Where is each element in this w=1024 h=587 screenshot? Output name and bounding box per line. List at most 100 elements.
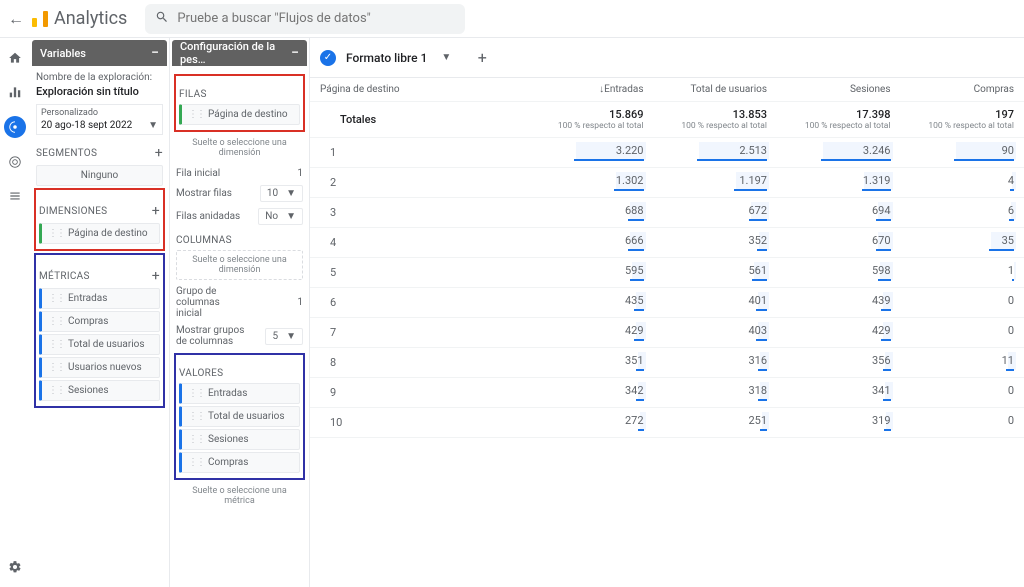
add-dimension-icon[interactable]: +: [152, 203, 160, 219]
row-index[interactable]: 9: [310, 378, 530, 408]
row-index[interactable]: 6: [310, 288, 530, 318]
rail-explore-icon[interactable]: [4, 116, 26, 138]
segment-none[interactable]: Ninguno: [36, 165, 163, 186]
metric-chip[interactable]: Usuarios nuevos: [39, 357, 160, 378]
nav-rail: [0, 38, 30, 587]
grupo-col-value[interactable]: 1: [297, 297, 303, 308]
value-chip[interactable]: Sesiones: [179, 429, 300, 450]
add-segment-icon[interactable]: +: [155, 145, 163, 161]
add-tab-button[interactable]: +: [471, 47, 493, 69]
variables-header[interactable]: Variables −: [32, 40, 167, 66]
data-cell: 2.513: [654, 138, 778, 168]
data-cell: 352: [654, 228, 778, 258]
drop-dimension-hint[interactable]: Suelte o seleccione una dimensión: [176, 134, 303, 162]
metric-chip[interactable]: Entradas: [39, 288, 160, 309]
main-content: ✓ Formato libre 1 ▼ + Página de destino …: [310, 38, 1024, 587]
value-chip[interactable]: Entradas: [179, 383, 300, 404]
row-index[interactable]: 1: [310, 138, 530, 168]
data-cell: 351: [530, 348, 654, 378]
search-container[interactable]: [145, 4, 465, 34]
data-cell: 0: [901, 318, 1024, 348]
drop-column-hint[interactable]: Suelte o seleccione una dimensión: [176, 250, 303, 280]
data-cell: 272: [530, 408, 654, 438]
tab-name[interactable]: Formato libre 1: [346, 51, 427, 65]
row-index[interactable]: 8: [310, 348, 530, 378]
data-cell: 1: [901, 258, 1024, 288]
data-cell: 670: [777, 228, 901, 258]
data-cell: 435: [530, 288, 654, 318]
col-header-compras[interactable]: Compras: [901, 78, 1024, 102]
rail-advertising-icon[interactable]: [5, 152, 25, 172]
value-chip[interactable]: Total de usuarios: [179, 406, 300, 427]
config-title: Configuración de la pes…: [180, 40, 291, 66]
back-arrow[interactable]: ←: [6, 9, 26, 29]
data-cell: 356: [777, 348, 901, 378]
collapse-icon[interactable]: −: [291, 45, 299, 61]
exploration-label: Nombre de la exploración:: [36, 72, 163, 83]
ga-logo: [32, 11, 48, 27]
row-index[interactable]: 10: [310, 408, 530, 438]
rail-home-icon[interactable]: [5, 48, 25, 68]
drop-metric-hint[interactable]: Suelte o seleccione una métrica: [176, 482, 303, 510]
settings-icon[interactable]: [5, 557, 25, 577]
row-index[interactable]: 3: [310, 198, 530, 228]
data-table: Página de destino ↓Entradas Total de usu…: [310, 78, 1024, 587]
row-index[interactable]: 2: [310, 168, 530, 198]
mostrar-filas-label: Mostrar filas: [176, 188, 232, 199]
data-cell: 35: [901, 228, 1024, 258]
dimension-chip[interactable]: Página de destino: [39, 223, 160, 244]
mostrar-filas-select[interactable]: 10▼: [260, 185, 303, 202]
mostrar-grupos-select[interactable]: 5▼: [265, 328, 303, 345]
data-cell: 1.319: [777, 168, 901, 198]
total-sesiones: 17.398100 % respecto al total: [777, 102, 901, 138]
exploration-name[interactable]: Exploración sin título: [36, 85, 163, 98]
values-header: VALORES: [179, 368, 223, 379]
variables-title: Variables: [40, 47, 86, 60]
data-cell: 1.302: [530, 168, 654, 198]
data-cell: 439: [777, 288, 901, 318]
data-cell: 401: [654, 288, 778, 318]
value-chip[interactable]: Compras: [179, 452, 300, 473]
total-compras: 197100 % respecto al total: [901, 102, 1024, 138]
data-cell: 90: [901, 138, 1024, 168]
tab-bar: ✓ Formato libre 1 ▼ +: [310, 38, 1024, 78]
filas-anidadas-select[interactable]: No▼: [258, 208, 303, 225]
rail-configure-icon[interactable]: [5, 186, 25, 206]
data-cell: 688: [530, 198, 654, 228]
metric-chip[interactable]: Compras: [39, 311, 160, 332]
add-metric-icon[interactable]: +: [152, 268, 160, 284]
col-header-entradas[interactable]: ↓Entradas: [530, 78, 654, 102]
date-range[interactable]: 20 ago-18 sept 2022: [41, 120, 132, 131]
rail-reports-icon[interactable]: [5, 82, 25, 102]
metrics-header: MÉTRICAS: [39, 271, 90, 282]
row-index[interactable]: 4: [310, 228, 530, 258]
collapse-icon[interactable]: −: [151, 45, 159, 61]
tab-chevron-icon[interactable]: ▼: [441, 52, 451, 63]
mostrar-grupos-label: Mostrar grupos de columnas: [176, 325, 246, 347]
col-header-sesiones[interactable]: Sesiones: [777, 78, 901, 102]
dim-col-header[interactable]: Página de destino: [310, 78, 530, 102]
config-header[interactable]: Configuración de la pes… −: [172, 40, 307, 66]
data-cell: 251: [654, 408, 778, 438]
data-cell: 319: [777, 408, 901, 438]
search-input[interactable]: [177, 11, 455, 26]
data-cell: 429: [777, 318, 901, 348]
chevron-down-icon[interactable]: ▼: [148, 120, 158, 131]
data-cell: 316: [654, 348, 778, 378]
data-cell: 595: [530, 258, 654, 288]
data-cell: 4: [901, 168, 1024, 198]
fila-inicial-value[interactable]: 1: [297, 168, 303, 179]
row-index[interactable]: 7: [310, 318, 530, 348]
col-header-usuarios[interactable]: Total de usuarios: [654, 78, 778, 102]
row-chip[interactable]: Página de destino: [179, 104, 300, 125]
tab-check-icon: ✓: [320, 50, 336, 66]
date-preset: Personalizado: [41, 108, 158, 118]
row-index[interactable]: 5: [310, 258, 530, 288]
metric-chip[interactable]: Sesiones: [39, 380, 160, 401]
data-cell: 342: [530, 378, 654, 408]
total-entradas: 15.869100 % respecto al total: [530, 102, 654, 138]
metric-chip[interactable]: Total de usuarios: [39, 334, 160, 355]
data-cell: 672: [654, 198, 778, 228]
data-cell: 561: [654, 258, 778, 288]
rows-header: FILAS: [179, 89, 207, 100]
